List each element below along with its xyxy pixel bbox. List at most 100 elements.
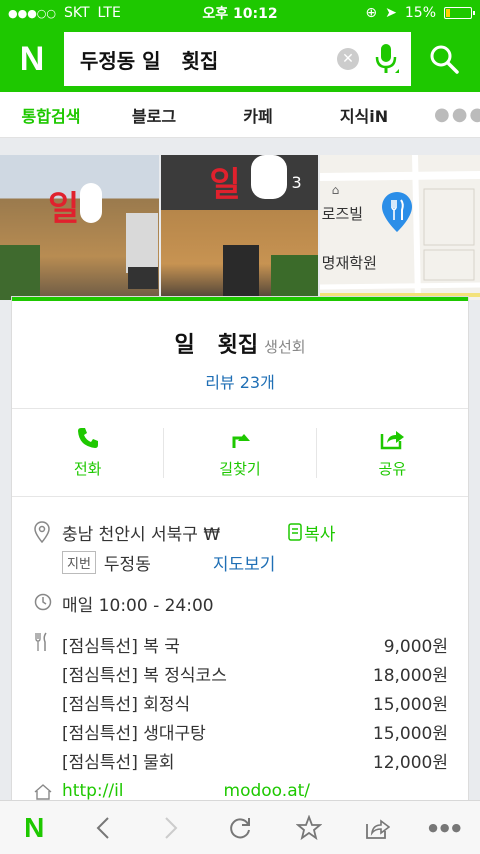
location-pin-icon (381, 192, 412, 232)
menu-item-name: [점심특선] 복 국 (62, 637, 180, 657)
search-button[interactable] (416, 32, 472, 86)
more-tabs-icon[interactable]: ●●● (434, 104, 480, 125)
refresh-icon (230, 817, 250, 838)
home-icon (34, 784, 52, 800)
share-button[interactable]: 공유 (317, 426, 468, 479)
road-address: 충남 천안시 서북구 ₩ (62, 524, 221, 545)
call-button[interactable]: 전화 (12, 426, 163, 479)
forward-button[interactable] (151, 808, 191, 848)
place-name[interactable]: 일 횟집 (174, 333, 258, 358)
naver-logo[interactable]: N (12, 39, 52, 79)
building-icon: ⌂ (331, 183, 340, 197)
search-tabs: 통합검색 블로그 카페 지식iN ●●● (0, 92, 480, 138)
jibun-tag: 지번 (62, 550, 96, 574)
redacted-text (150, 552, 207, 572)
menu-item: [점심특선] 복 정식코스 18,000원 (62, 659, 468, 688)
photo-strip: 일 일 3 ⌂ 로즈빌 명재학원 (0, 155, 480, 300)
menu-item-price: 9,000원 (383, 637, 448, 657)
clock-icon (34, 593, 52, 611)
status-bar: ●●●○○ SKT LTE 오후 10:12 ⊕ ➤ 15% (0, 0, 480, 26)
share-icon (366, 818, 391, 839)
restaurant-sign: 일 (48, 189, 80, 229)
tab-cafe[interactable]: 카페 (206, 103, 310, 127)
website-url-end[interactable]: modoo.at/ (224, 781, 310, 801)
bookmark-button[interactable] (289, 808, 329, 848)
microphone-icon[interactable] (373, 42, 399, 76)
copy-label: 복사 (304, 524, 336, 545)
review-link[interactable]: 리뷰 23개 (12, 369, 468, 393)
tab-integrated[interactable]: 통합검색 (0, 103, 102, 127)
website-url-start[interactable]: http://il (62, 781, 124, 801)
storefront-photo[interactable]: 일 3 (161, 155, 318, 300)
map-thumbnail[interactable]: ⌂ 로즈빌 명재학원 (319, 155, 480, 300)
refresh-button[interactable] (220, 808, 260, 848)
map-view-link[interactable]: 지도보기 (213, 550, 276, 575)
photo-count: 3 (291, 173, 302, 192)
menu-item-price: 15,000원 (372, 695, 448, 715)
menu-item-price: 18,000원 (372, 666, 448, 686)
call-label: 전화 (73, 460, 102, 478)
address-row: 충남 천안시 서북구 ₩ 복사 지번 두정동 지도보기 (34, 519, 468, 575)
door (223, 245, 260, 300)
search-header: N 두정동 일 횟집 ✕ (0, 26, 480, 92)
blurred-region (80, 183, 102, 223)
tab-kin[interactable]: 지식iN (310, 103, 418, 127)
menu-item-name: [점심특선] 물회 (62, 753, 175, 773)
place-category: 생선회 (264, 338, 306, 356)
redacted-text (123, 782, 224, 800)
tree (271, 255, 318, 300)
chevron-right-icon (165, 816, 178, 839)
phone-icon (77, 428, 98, 448)
place-header: 일 횟집 생선회 리뷰 23개 (12, 301, 468, 409)
car (128, 267, 158, 289)
menu-item: [점심특선] 회정식 15,000원 (62, 688, 468, 717)
website-link[interactable]: http://il modoo.at/ (62, 781, 468, 801)
hours-row: 매일 10:00 - 24:00 (34, 591, 468, 616)
blurred-region (251, 155, 288, 199)
redacted-text (220, 522, 283, 542)
place-info: 충남 천안시 서북구 ₩ 복사 지번 두정동 지도보기 매일 10:00 - 2… (12, 497, 468, 806)
storefront-photo[interactable]: 일 (0, 155, 160, 300)
menu-item-name: [점심특선] 회정식 (62, 695, 191, 715)
tab-blog[interactable]: 블로그 (102, 103, 206, 127)
share-icon (381, 431, 405, 450)
rotation-lock-icon: ⊕ (365, 5, 378, 21)
chevron-left-icon (96, 816, 109, 839)
copy-address-button[interactable]: 복사 (288, 520, 335, 545)
location-arrow-icon: ➤ (385, 5, 397, 21)
more-menu-button[interactable]: ●●● (426, 808, 466, 848)
menu-item-price: 12,000원 (372, 753, 448, 773)
battery-fill (446, 9, 450, 17)
menu-item-name: [점심특선] 복 정식코스 (62, 666, 227, 686)
location-marker-icon (34, 521, 50, 544)
network-type: LTE (97, 5, 121, 21)
jibun-address: 두정동 (103, 554, 151, 575)
share-page-button[interactable] (357, 808, 397, 848)
search-icon (430, 45, 459, 74)
star-icon (295, 814, 322, 840)
copy-icon (288, 523, 302, 541)
map-label: 로즈빌 (321, 205, 364, 223)
menu-list: [점심특선] 복 국 9,000원 [점심특선] 복 정식코스 18,000원 [점… (62, 630, 468, 775)
clear-icon[interactable]: ✕ (337, 48, 359, 70)
menu-row: [점심특선] 복 국 9,000원 [점심특선] 복 정식코스 18,000원 [점… (34, 630, 468, 775)
directions-button[interactable]: 길찾기 (164, 426, 315, 479)
fork-knife-icon (35, 632, 47, 651)
carrier-name: SKT (64, 5, 90, 21)
battery-percent: 15% (404, 5, 436, 21)
back-button[interactable] (83, 808, 123, 848)
directions-icon (232, 434, 250, 448)
share-label: 공유 (378, 460, 407, 478)
menu-item: [점심특선] 생대구탕 15,000원 (62, 717, 468, 746)
map-label: 명재학원 (321, 254, 377, 272)
search-input[interactable]: 두정동 일 횟집 (80, 45, 337, 74)
search-box[interactable]: 두정동 일 횟집 ✕ (64, 32, 411, 86)
menu-item-name: [점심특선] 생대구탕 (62, 724, 206, 744)
restaurant-sign: 일 (209, 165, 241, 205)
naver-home-button[interactable]: N (14, 808, 54, 848)
place-card: 일 횟집 생선회 리뷰 23개 전화 길찾기 공유 충남 천안시 서북구 ₩ 복… (12, 297, 468, 807)
banner (126, 213, 158, 273)
place-actions: 전화 길찾기 공유 (12, 409, 468, 497)
business-hours: 매일 10:00 - 24:00 (62, 596, 214, 616)
menu-item: [점심특선] 물회 12,000원 (62, 746, 468, 775)
